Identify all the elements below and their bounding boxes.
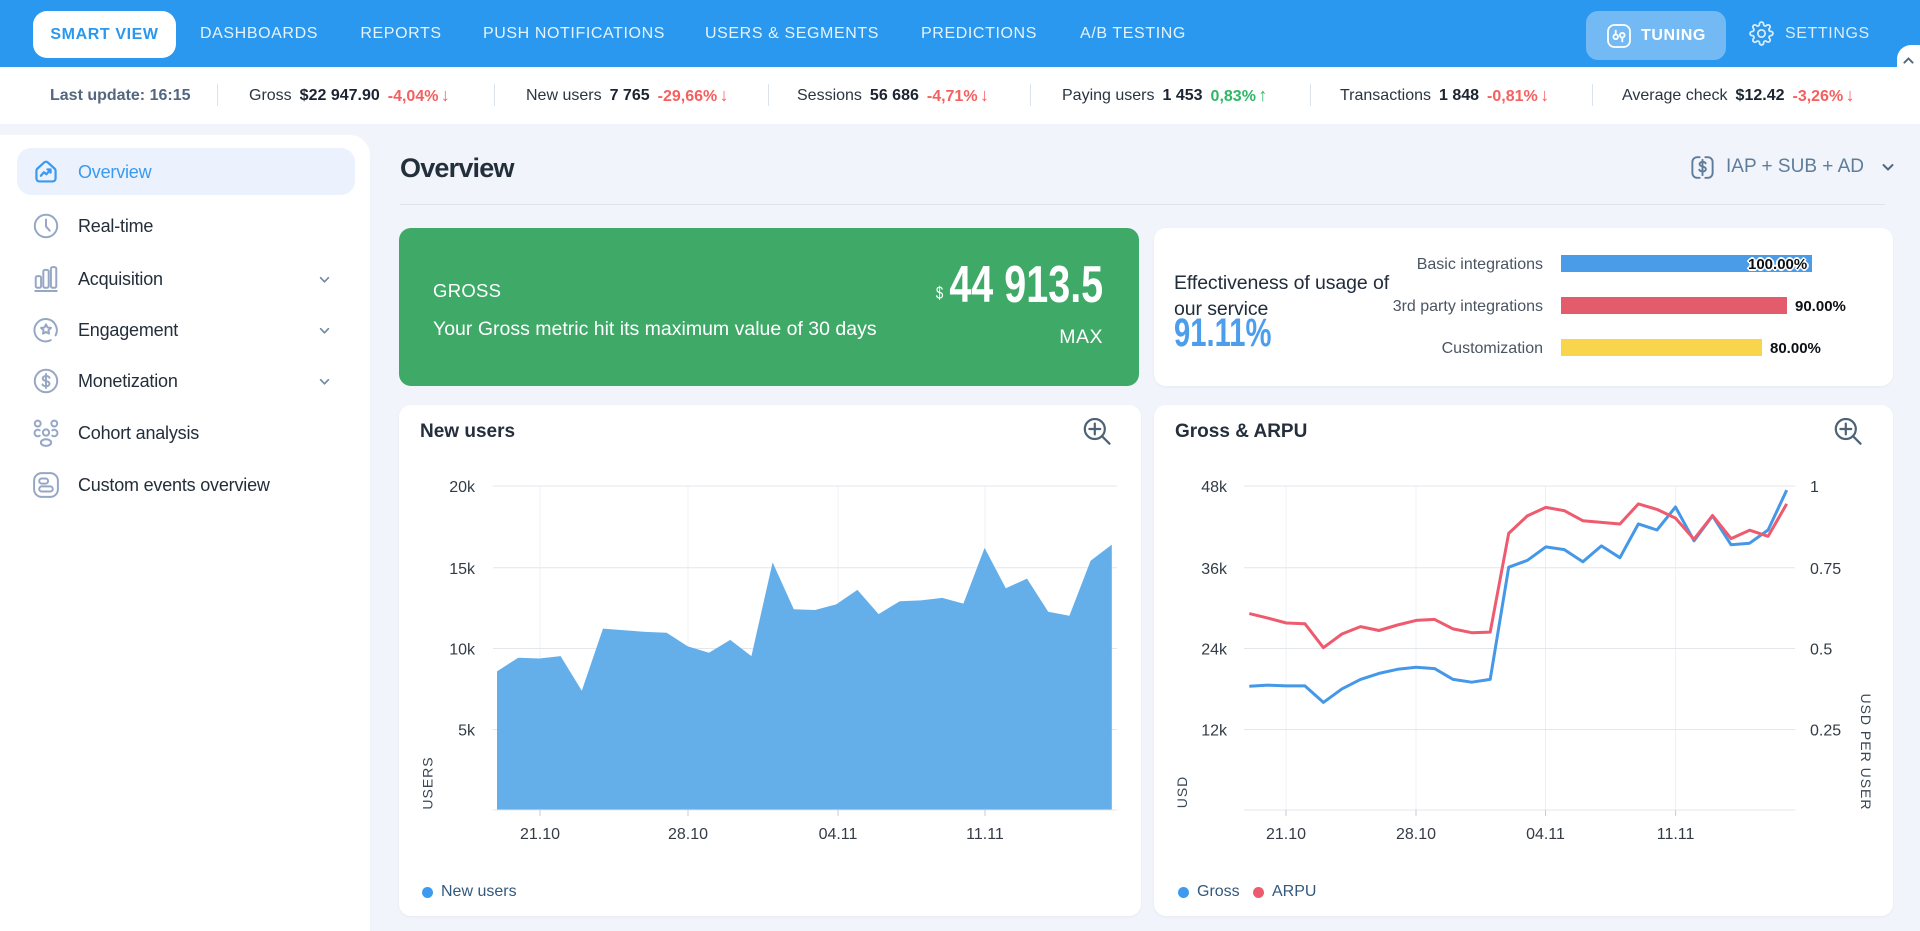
svg-text:5k: 5k [458, 723, 476, 740]
svg-text:28.10: 28.10 [668, 826, 708, 843]
svg-text:24k: 24k [1201, 642, 1228, 659]
svg-text:21.10: 21.10 [1266, 826, 1306, 843]
svg-text:USD PER USER: USD PER USER [1858, 693, 1874, 810]
svg-text:1: 1 [1810, 479, 1819, 496]
svg-text:15k: 15k [449, 561, 476, 578]
svg-text:0.75: 0.75 [1810, 561, 1841, 578]
svg-text:21.10: 21.10 [520, 826, 560, 843]
svg-text:11.11: 11.11 [1657, 826, 1695, 843]
svg-text:04.11: 04.11 [819, 826, 858, 843]
svg-text:11.11: 11.11 [966, 826, 1004, 843]
svg-text:0.5: 0.5 [1810, 642, 1832, 659]
svg-text:48k: 48k [1201, 479, 1228, 496]
svg-text:12k: 12k [1201, 723, 1228, 740]
svg-text:36k: 36k [1201, 561, 1228, 578]
svg-text:0.25: 0.25 [1810, 723, 1841, 740]
svg-text:28.10: 28.10 [1396, 826, 1436, 843]
svg-text:USERS: USERS [420, 756, 436, 809]
svg-text:20k: 20k [449, 479, 476, 496]
svg-text:USD: USD [1174, 776, 1190, 809]
svg-text:04.11: 04.11 [1526, 826, 1565, 843]
svg-text:10k: 10k [449, 642, 476, 659]
